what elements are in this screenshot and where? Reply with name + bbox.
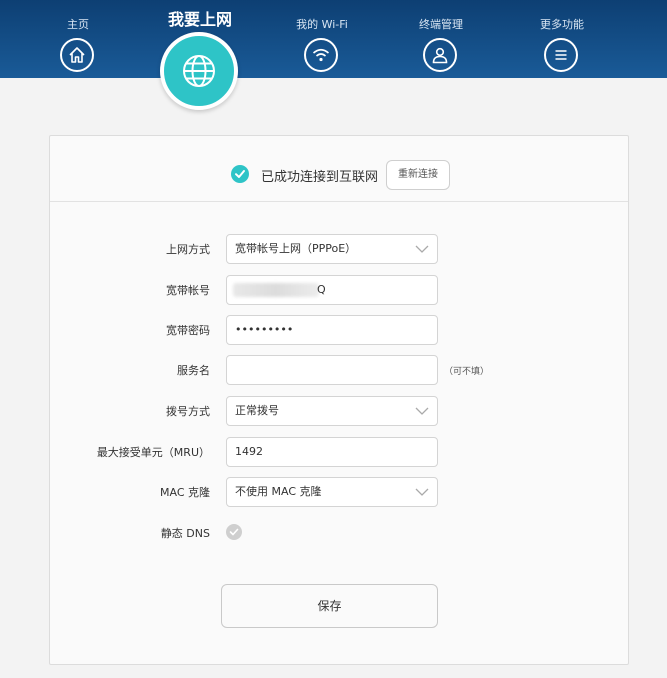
chevron-down-icon [415,245,429,253]
password-label: 宽带密码 [166,324,210,337]
top-navigation-bar: 主页 我的 Wi-Fi 终端管理 更多功能 我要上网 [0,0,667,78]
mru-label: 最大接受单元（MRU） [96,446,210,459]
service-name-input[interactable] [226,355,438,385]
password-value: ••••••••• [235,323,294,336]
connection-type-label: 上网方式 [166,243,210,256]
service-name-label: 服务名 [177,364,210,377]
dial-mode-label: 拨号方式 [166,405,210,418]
password-input[interactable]: ••••••••• [226,315,438,345]
redacted-account-mask [233,283,319,297]
static-dns-checkbox[interactable] [226,524,242,540]
account-label: 宽带帐号 [166,284,210,297]
connection-type-value: 宽带帐号上网（PPPoE） [235,242,357,255]
static-dns-label: 静态 DNS [160,527,210,540]
connection-status-text: 已成功连接到互联网 [261,170,379,185]
check-icon [229,528,239,536]
mac-clone-label: MAC 克隆 [160,486,210,499]
mac-clone-value: 不使用 MAC 克隆 [235,485,322,498]
internet-settings-panel: 已成功连接到互联网 重新连接 上网方式 宽带帐号上网（PPPoE） 宽带帐号 Q… [49,135,629,665]
nav-active-label: 我要上网 [167,10,232,29]
optional-note: （可不填） [444,367,490,377]
account-input[interactable]: Q [226,275,438,305]
nav-more-label: 更多功能 [540,18,584,31]
mru-value: 1492 [235,445,263,458]
save-button[interactable]: 保存 [221,584,438,628]
mac-clone-select[interactable]: 不使用 MAC 克隆 [226,477,438,507]
connection-type-select[interactable]: 宽带帐号上网（PPPoE） [226,234,438,264]
chevron-down-icon [415,488,429,496]
dial-mode-value: 正常拨号 [235,404,279,417]
globe-icon [183,55,215,87]
nav-wifi-label: 我的 Wi-Fi [296,18,348,31]
check-circle-icon [231,165,249,183]
reconnect-button[interactable]: 重新连接 [386,160,450,190]
connection-status-row: 已成功连接到互联网 重新连接 [50,136,628,202]
account-value: Q [317,283,326,296]
user-icon [423,38,457,72]
home-icon [60,38,94,72]
wifi-icon [304,38,338,72]
menu-icon [544,38,578,72]
dial-mode-select[interactable]: 正常拨号 [226,396,438,426]
nav-devices-label: 终端管理 [419,18,463,31]
chevron-down-icon [415,407,429,415]
nav-item-internet[interactable] [160,32,238,110]
nav-home-label: 主页 [67,18,89,31]
mru-input[interactable]: 1492 [226,437,438,467]
